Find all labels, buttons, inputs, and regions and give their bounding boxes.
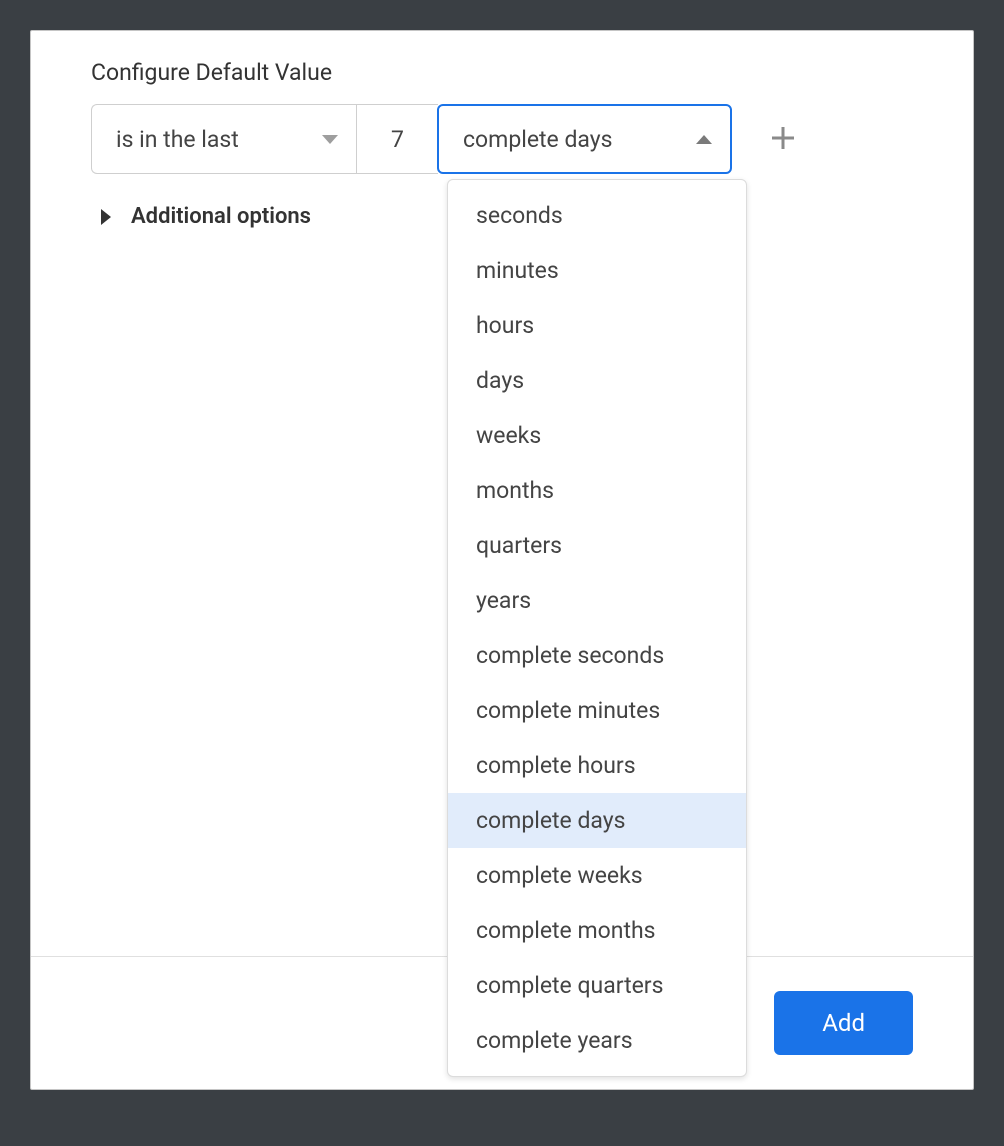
unit-dropdown-menu: secondsminuteshoursdaysweeksmonthsquarte… — [447, 179, 747, 1077]
add-condition-button[interactable] — [770, 121, 796, 157]
unit-option[interactable]: complete days — [448, 793, 746, 848]
chevron-down-icon — [322, 135, 338, 144]
unit-select[interactable]: complete days — [437, 104, 732, 174]
unit-option[interactable]: hours — [448, 298, 746, 353]
unit-option[interactable]: complete years — [448, 1013, 746, 1068]
add-button[interactable]: Add — [774, 991, 913, 1055]
unit-option[interactable]: months — [448, 463, 746, 518]
dialog-title: Configure Default Value — [91, 59, 913, 86]
condition-select[interactable]: is in the last — [91, 104, 356, 174]
unit-option[interactable]: complete minutes — [448, 683, 746, 738]
additional-options-label: Additional options — [131, 204, 311, 229]
unit-option[interactable]: complete hours — [448, 738, 746, 793]
unit-option[interactable]: years — [448, 573, 746, 628]
number-input[interactable] — [356, 104, 438, 174]
unit-option[interactable]: minutes — [448, 243, 746, 298]
unit-option[interactable]: complete months — [448, 903, 746, 958]
condition-select-label: is in the last — [116, 126, 239, 153]
filter-row: is in the last complete days — [91, 104, 913, 174]
unit-select-label: complete days — [463, 126, 613, 153]
chevron-up-icon — [696, 135, 712, 144]
unit-option[interactable]: weeks — [448, 408, 746, 463]
unit-option[interactable]: days — [448, 353, 746, 408]
unit-option[interactable]: complete seconds — [448, 628, 746, 683]
unit-option[interactable]: complete weeks — [448, 848, 746, 903]
triangle-right-icon — [101, 209, 111, 225]
unit-option[interactable]: seconds — [448, 188, 746, 243]
plus-icon — [770, 125, 796, 151]
unit-option[interactable]: quarters — [448, 518, 746, 573]
unit-option[interactable]: complete quarters — [448, 958, 746, 1013]
